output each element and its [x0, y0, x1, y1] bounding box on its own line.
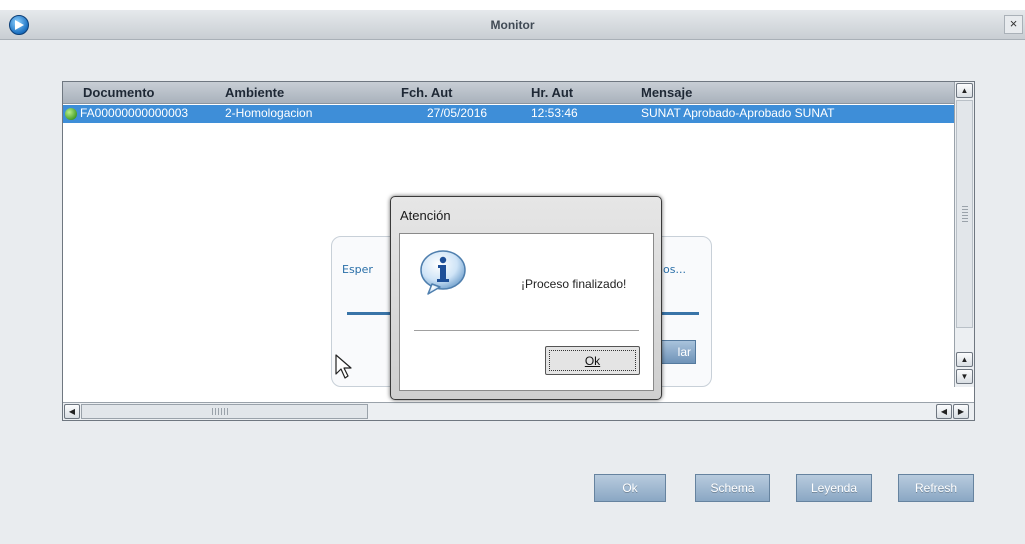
- column-header-fch-aut[interactable]: Fch. Aut: [401, 85, 453, 100]
- progress-message-start: Esper: [342, 263, 373, 276]
- green-status-icon: [65, 108, 77, 120]
- cell-mensaje: SUNAT Aprobado-Aprobado SUNAT: [641, 106, 835, 120]
- mouse-pointer-icon: [335, 354, 352, 379]
- horizontal-scrollbar[interactable]: ◀ ◀ ▶: [63, 402, 974, 420]
- table-row[interactable]: FA00000000000003 2-Homologacion 27/05/20…: [63, 105, 954, 123]
- grip-icon: [212, 408, 230, 415]
- attention-dialog: Atención ¡Proceso finalizado! Ok: [390, 196, 662, 400]
- grip-icon: [962, 206, 968, 224]
- progress-message-end: os...: [663, 263, 686, 276]
- scroll-up-icon[interactable]: ▲: [956, 352, 973, 367]
- scroll-right-icon[interactable]: ▶: [953, 404, 969, 419]
- scroll-down-icon[interactable]: ▼: [956, 369, 973, 384]
- leyenda-button[interactable]: Leyenda: [796, 474, 872, 502]
- cell-documento: FA00000000000003: [80, 106, 189, 120]
- column-header-documento[interactable]: Documento: [83, 85, 155, 100]
- vertical-scrollbar[interactable]: ▲ ▲ ▼: [954, 82, 974, 387]
- grid-header: Documento Ambiente Fch. Aut Hr. Aut Mens…: [63, 82, 954, 104]
- cell-ambiente: 2-Homologacion: [225, 106, 313, 120]
- dialog-ok-label: Ok: [549, 350, 636, 371]
- dialog-body: ¡Proceso finalizado! Ok: [399, 233, 654, 391]
- dialog-title: Atención: [400, 208, 451, 223]
- close-button[interactable]: ×: [1004, 15, 1023, 34]
- cell-fch-aut: 27/05/2016: [427, 106, 488, 120]
- schema-button[interactable]: Schema: [695, 474, 770, 502]
- window-title: Monitor: [490, 18, 535, 32]
- scroll-left-icon[interactable]: ◀: [64, 404, 80, 419]
- info-icon: [420, 250, 466, 295]
- cell-hr-aut: 12:53:46: [531, 106, 578, 120]
- dialog-ok-button[interactable]: Ok: [545, 346, 640, 375]
- title-bar[interactable]: Monitor ×: [0, 10, 1025, 40]
- refresh-button[interactable]: Refresh: [898, 474, 974, 502]
- vertical-scroll-thumb[interactable]: [956, 100, 973, 328]
- cancel-button-label: lar: [677, 345, 691, 359]
- horizontal-scroll-thumb[interactable]: [81, 404, 368, 419]
- column-header-mensaje[interactable]: Mensaje: [641, 85, 692, 100]
- ok-button[interactable]: Ok: [594, 474, 666, 502]
- column-header-ambiente[interactable]: Ambiente: [225, 85, 284, 100]
- dialog-message: ¡Proceso finalizado!: [521, 277, 627, 291]
- dialog-separator: [414, 330, 639, 331]
- column-header-hr-aut[interactable]: Hr. Aut: [531, 85, 573, 100]
- scroll-left-icon[interactable]: ◀: [936, 404, 952, 419]
- dialog-ok-mnemonic: Ok: [584, 354, 601, 368]
- scroll-up-icon[interactable]: ▲: [956, 83, 973, 98]
